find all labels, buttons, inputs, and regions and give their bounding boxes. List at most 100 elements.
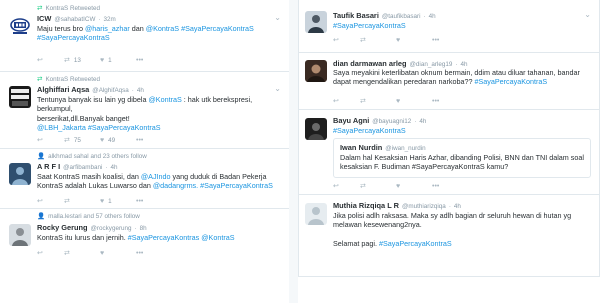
retweet-icon[interactable]: ⇄ bbox=[360, 36, 396, 44]
heart-icon[interactable]: ♥ bbox=[396, 183, 432, 190]
avatar[interactable] bbox=[9, 163, 31, 185]
more-icon[interactable]: ••• bbox=[432, 98, 459, 105]
reply-icon[interactable]: ↩ bbox=[333, 182, 360, 190]
tweet-taufik[interactable]: Taufik Basari @taufikbasari · 4h ⌄ #Saya… bbox=[298, 0, 600, 53]
more-icon[interactable]: ••• bbox=[136, 137, 163, 144]
timestamp[interactable]: 4h bbox=[429, 13, 436, 20]
handle[interactable]: @rockygerung bbox=[91, 225, 132, 232]
mention-link[interactable]: @haris_azhar bbox=[85, 24, 130, 33]
hashtag-link[interactable]: . #SayaPercayaKontraS bbox=[196, 181, 273, 190]
quote-text: Dalam hal Kesaksian Haris Azhar, dibandi… bbox=[340, 153, 590, 172]
separator: · bbox=[455, 61, 458, 68]
more-icon[interactable]: ••• bbox=[432, 37, 459, 44]
heart-icon: ♥ bbox=[100, 197, 105, 205]
handle[interactable]: @muthiarizqiqa bbox=[402, 203, 446, 210]
reply-icon[interactable]: ↩ bbox=[333, 36, 360, 44]
chevron-down-icon[interactable]: ⌄ bbox=[274, 84, 281, 93]
tweet-dian[interactable]: dian darmawan arleg @dian_arleg19 · 4h S… bbox=[298, 53, 600, 110]
tweet-bayu[interactable]: Bayu Agni @bayuagni12 · 4h #SayaPercayaK… bbox=[298, 110, 600, 195]
display-name[interactable]: Muthia Rizqiqa L R bbox=[333, 201, 399, 210]
person-icon: 👤 bbox=[37, 213, 46, 220]
retweet-icon[interactable]: ⇄ bbox=[360, 97, 396, 105]
text-span: yang duduk di Badan Pekerja bbox=[170, 172, 267, 181]
timestamp[interactable]: 8h bbox=[140, 225, 147, 232]
avatar[interactable] bbox=[305, 118, 327, 140]
more-icon[interactable]: ••• bbox=[136, 198, 163, 205]
icw-logo-icon bbox=[9, 15, 31, 37]
mention-link[interactable]: @dadangrms bbox=[153, 181, 196, 190]
hashtag-link[interactable]: #SayaPercayaKontraS bbox=[179, 24, 254, 33]
handle[interactable]: @taufikbasari bbox=[382, 13, 421, 20]
retweet-icon[interactable]: ⇄ bbox=[64, 197, 100, 205]
heart-icon[interactable]: ♥ bbox=[100, 250, 136, 257]
reply-icon[interactable]: ↩ bbox=[37, 136, 64, 144]
like-button[interactable]: ♥ 49 bbox=[100, 137, 136, 144]
timestamp[interactable]: 4h bbox=[454, 203, 461, 210]
tweet-alghiffari[interactable]: ⇄ KontraS Retweeted Alghiffari Aqsa @Alg… bbox=[0, 72, 289, 149]
separator: · bbox=[448, 203, 451, 210]
mention-link[interactable]: @KontraS bbox=[148, 95, 181, 104]
handle[interactable]: @arfibambani bbox=[63, 164, 102, 171]
reply-icon[interactable]: ↩ bbox=[37, 249, 64, 257]
hashtag-link[interactable]: #SayaPercayaKontraS bbox=[333, 21, 406, 30]
right-timeline: Taufik Basari @taufikbasari · 4h ⌄ #Saya… bbox=[298, 0, 600, 303]
hashtag-link[interactable]: #SayaPercayaKontras bbox=[128, 233, 200, 242]
quote-header: Iwan Nurdin @iwan_nurdin bbox=[340, 143, 426, 152]
tweet-muthia[interactable]: Muthia Rizqiqa L R @muthiarizqiqa · 4h J… bbox=[298, 195, 600, 277]
display-name[interactable]: Alghiffari Aqsa bbox=[37, 85, 89, 94]
display-name[interactable]: dian darmawan arleg bbox=[333, 59, 407, 68]
tweet-rocky[interactable]: 👤 malla.lestari and 57 others follow Roc… bbox=[0, 209, 289, 303]
tweet-icw[interactable]: ⇄ KontraS Retweeted ICW @sahabatICW · 32… bbox=[0, 0, 289, 72]
timestamp[interactable]: 4h bbox=[111, 164, 118, 171]
like-button[interactable]: ♥ 1 bbox=[100, 198, 136, 205]
avatar[interactable] bbox=[305, 11, 327, 33]
mention-link[interactable]: @LBH_Jakarta bbox=[37, 123, 86, 132]
display-name[interactable]: ICW bbox=[37, 14, 51, 23]
timestamp[interactable]: 4h bbox=[460, 61, 467, 68]
tweet-arfi[interactable]: 👤 alkhmad sahal and 23 others follow A R… bbox=[0, 149, 289, 209]
avatar[interactable] bbox=[9, 15, 31, 37]
reply-icon[interactable]: ↩ bbox=[37, 56, 64, 64]
hashtag-link[interactable]: #SayaPercayaKontraS bbox=[37, 33, 110, 42]
mention-link[interactable]: @KontraS bbox=[146, 24, 179, 33]
hashtag-link[interactable]: #SayaPercayaKontraS bbox=[474, 77, 547, 86]
reply-icon[interactable]: ↩ bbox=[37, 197, 64, 205]
chevron-down-icon[interactable]: ⌄ bbox=[274, 13, 281, 22]
display-name[interactable]: Rocky Gerung bbox=[37, 223, 88, 232]
hashtag-link[interactable]: #SayaPercayaKontraS bbox=[86, 123, 161, 132]
like-button[interactable]: ♥ 1 bbox=[100, 57, 136, 64]
handle[interactable]: @AlghifAqsa bbox=[92, 87, 129, 94]
tweet-line: melawan kesewenang2nya. bbox=[333, 220, 422, 230]
heart-icon[interactable]: ♥ bbox=[396, 37, 432, 44]
avatar[interactable] bbox=[305, 60, 327, 82]
handle[interactable]: @sahabatICW bbox=[54, 16, 95, 23]
mention-link[interactable]: @AJIndo bbox=[141, 172, 171, 181]
hashtag-link[interactable]: #SayaPercayaKontraS bbox=[333, 126, 406, 135]
column-divider bbox=[289, 0, 298, 303]
display-name[interactable]: Taufik Basari bbox=[333, 11, 379, 20]
handle[interactable]: @dian_arleg19 bbox=[410, 61, 453, 68]
avatar[interactable] bbox=[9, 224, 31, 246]
timestamp[interactable]: 32m bbox=[104, 16, 116, 23]
retweet-icon[interactable]: ⇄ bbox=[360, 182, 396, 190]
more-icon[interactable]: ••• bbox=[136, 57, 163, 64]
retweet-button[interactable]: ⇄ 75 bbox=[64, 136, 100, 145]
display-name[interactable]: Bayu Agni bbox=[333, 116, 369, 125]
mention-link[interactable]: @KontraS bbox=[199, 233, 234, 242]
chevron-down-icon[interactable]: ⌄ bbox=[584, 10, 591, 19]
quoted-tweet[interactable]: Iwan Nurdin @iwan_nurdin Dalam hal Kesak… bbox=[333, 138, 591, 178]
hashtag-link[interactable]: #SayaPercayaKontraS bbox=[379, 239, 452, 248]
retweet-icon[interactable]: ⇄ bbox=[64, 249, 100, 257]
display-name[interactable]: A R F I bbox=[37, 162, 60, 171]
more-icon[interactable]: ••• bbox=[432, 183, 459, 190]
handle[interactable]: @bayuagni12 bbox=[372, 118, 411, 125]
more-icon[interactable]: ••• bbox=[136, 250, 163, 257]
retweet-button[interactable]: ⇄ 13 bbox=[64, 56, 100, 65]
timestamp[interactable]: 4h bbox=[419, 118, 426, 125]
avatar[interactable] bbox=[305, 203, 327, 225]
tweet-line: Jika polisi adlh raksasa. Maka sy adlh b… bbox=[333, 211, 572, 220]
timestamp[interactable]: 4h bbox=[137, 87, 144, 94]
avatar[interactable] bbox=[9, 86, 31, 108]
reply-icon[interactable]: ↩ bbox=[333, 97, 360, 105]
heart-icon[interactable]: ♥ bbox=[396, 98, 432, 105]
